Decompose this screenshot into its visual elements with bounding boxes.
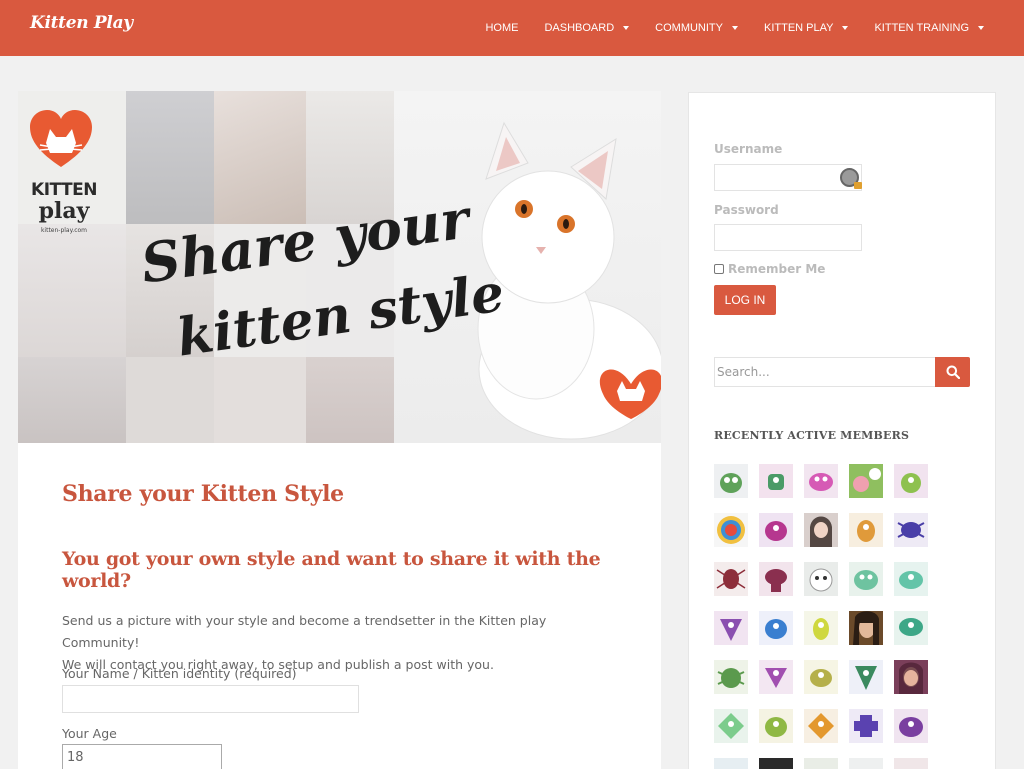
member-avatar[interactable] (804, 464, 838, 498)
member-avatar[interactable] (759, 464, 793, 498)
nav-dashboard[interactable]: DASHBOARD (544, 22, 630, 34)
search-button[interactable] (935, 357, 970, 387)
nav-community[interactable]: COMMUNITY (655, 22, 738, 34)
section-heading: You got your own style and want to share… (62, 548, 601, 592)
username-label: Username (714, 142, 783, 156)
member-avatar[interactable] (804, 660, 838, 694)
member-avatar[interactable] (894, 464, 928, 498)
member-avatar[interactable] (714, 758, 748, 769)
age-input[interactable]: 18 (62, 744, 222, 769)
member-avatar[interactable] (894, 709, 928, 743)
member-avatar[interactable] (759, 709, 793, 743)
chevron-down-icon (842, 26, 849, 30)
site-logo[interactable]: Kitten Play (30, 13, 133, 33)
member-avatar[interactable] (759, 611, 793, 645)
logo-play-text: play (38, 198, 90, 224)
member-avatar[interactable] (849, 562, 883, 596)
name-field-label: Your Name / Kitten identity (required) (62, 666, 297, 681)
member-avatar[interactable] (804, 758, 838, 769)
member-avatar[interactable] (759, 660, 793, 694)
member-avatar[interactable] (714, 611, 748, 645)
member-avatar[interactable] (759, 562, 793, 596)
remember-me: Remember Me (714, 262, 825, 276)
main-content-card: KITTEN play kitten-play.com Share your k… (18, 91, 661, 769)
member-avatar[interactable] (804, 513, 838, 547)
main-menu: HOME DASHBOARD COMMUNITY KITTEN PLAY KIT… (459, 0, 984, 56)
collage-tile (18, 357, 126, 443)
nav-home[interactable]: HOME (485, 22, 518, 34)
login-button[interactable]: LOG IN (714, 285, 776, 315)
collage-tile (214, 357, 306, 443)
collage-tile (306, 357, 394, 443)
nav-dashboard-label: DASHBOARD (544, 22, 615, 34)
member-avatar[interactable] (894, 758, 928, 769)
member-avatar[interactable] (714, 513, 748, 547)
nav-kitten-training[interactable]: KITTEN TRAINING (874, 22, 984, 34)
top-navigation-bar: Kitten Play HOME DASHBOARD COMMUNITY KIT… (0, 0, 1024, 56)
member-avatar[interactable] (804, 611, 838, 645)
chevron-down-icon (731, 26, 738, 30)
member-avatar[interactable] (849, 758, 883, 769)
key-lock-icon[interactable] (840, 168, 862, 189)
member-avatar[interactable] (894, 513, 928, 547)
password-input[interactable] (714, 224, 862, 251)
page-title: Share your Kitten Style (62, 481, 344, 507)
collage-tile (126, 91, 214, 224)
search-input[interactable]: Search... (714, 357, 936, 387)
member-avatar[interactable] (894, 611, 928, 645)
sidebar: Username Password Remember Me LOG IN Sea… (688, 92, 996, 769)
chevron-down-icon (623, 26, 630, 30)
collage-tile (126, 357, 214, 443)
member-avatar[interactable] (714, 464, 748, 498)
nav-home-label: HOME (485, 22, 519, 34)
member-avatar[interactable] (714, 709, 748, 743)
member-avatar[interactable] (849, 611, 883, 645)
nav-kitten-training-label: KITTEN TRAINING (874, 22, 969, 34)
member-avatar[interactable] (849, 464, 883, 498)
member-avatar[interactable] (759, 513, 793, 547)
remember-me-checkbox[interactable] (714, 264, 724, 274)
member-avatar[interactable] (804, 562, 838, 596)
member-avatar[interactable] (894, 660, 928, 694)
nav-kitten-play-label: KITTEN PLAY (763, 22, 834, 34)
chevron-down-icon (978, 26, 984, 30)
recently-active-title: RECENTLY ACTIVE MEMBERS (714, 429, 910, 442)
member-avatar[interactable] (894, 562, 928, 596)
remember-me-label: Remember Me (728, 262, 826, 276)
search-icon (946, 365, 960, 379)
logo-kitten-text: KITTEN (31, 180, 97, 200)
member-avatar[interactable] (849, 660, 883, 694)
nav-kitten-play[interactable]: KITTEN PLAY (763, 22, 849, 34)
collage-tile (18, 224, 126, 357)
member-avatar[interactable] (849, 513, 883, 547)
heart-logo-icon (30, 110, 92, 167)
username-input[interactable] (714, 164, 862, 191)
password-label: Password (714, 203, 779, 217)
logo-url-text: kitten-play.com (40, 227, 88, 234)
nav-community-label: COMMUNITY (655, 22, 723, 34)
member-avatar[interactable] (759, 758, 793, 769)
collage-tile (214, 91, 306, 224)
intro-line-1: Send us a picture with your style and be… (62, 613, 547, 650)
member-avatar[interactable] (714, 562, 748, 596)
featured-banner-image: KITTEN play kitten-play.com Share your k… (18, 91, 661, 443)
age-field-label: Your Age (62, 726, 117, 741)
name-input[interactable] (62, 685, 359, 713)
member-avatar[interactable] (849, 709, 883, 743)
member-avatar[interactable] (714, 660, 748, 694)
member-avatar[interactable] (804, 709, 838, 743)
